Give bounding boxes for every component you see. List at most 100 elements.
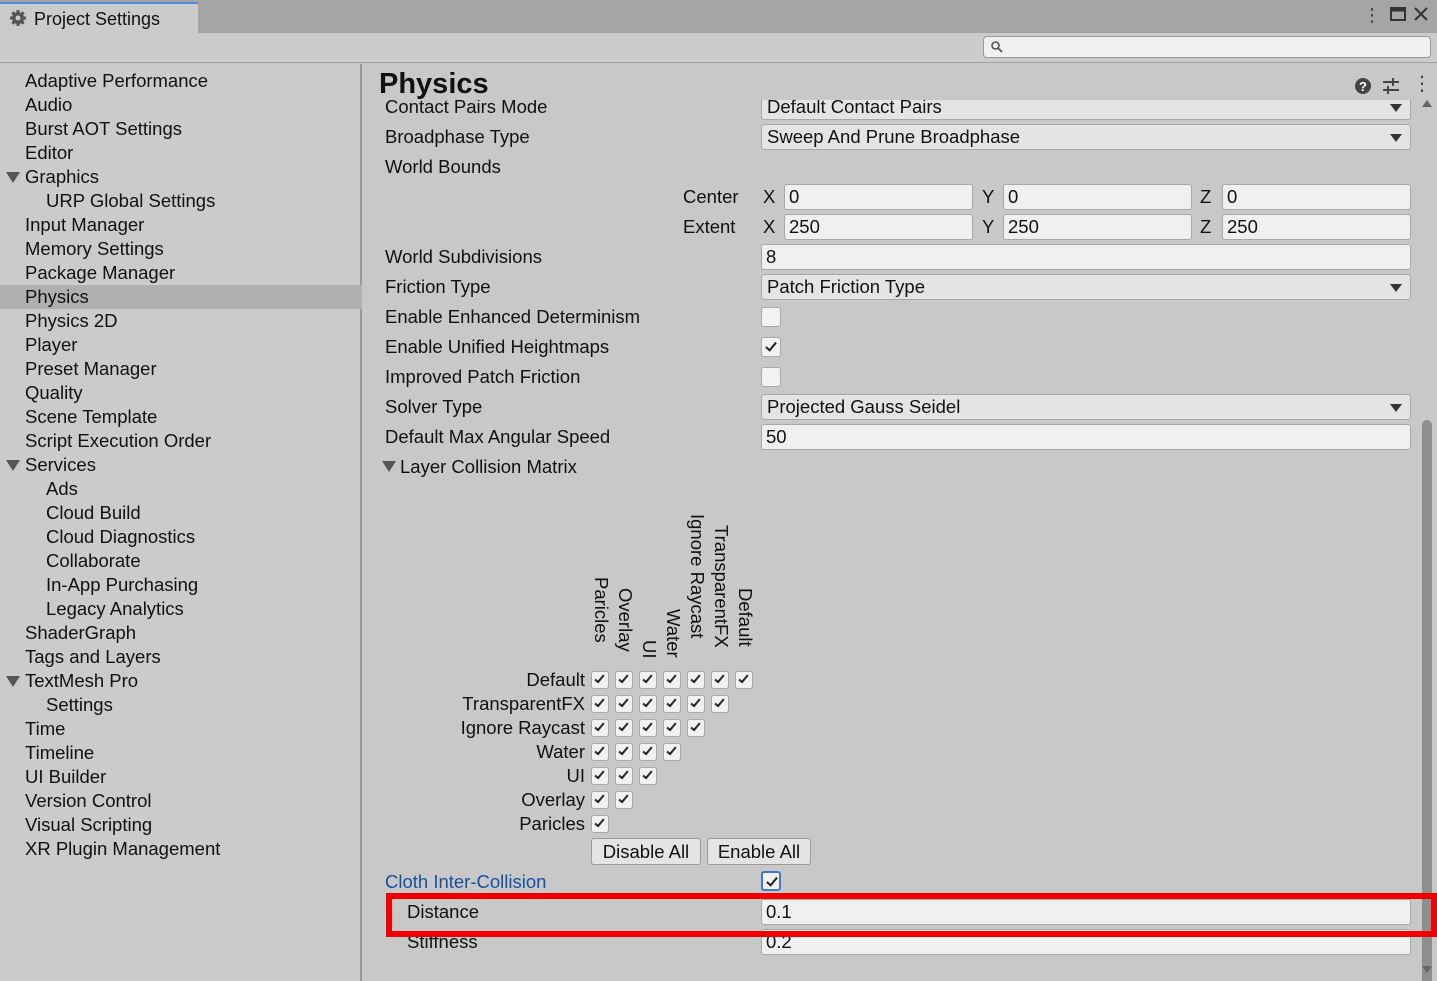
more-vert-icon[interactable]: ⋮ [1412, 74, 1432, 94]
sidebar-item-script-execution-order[interactable]: Script Execution Order [0, 429, 362, 453]
matrix-checkbox[interactable] [591, 695, 609, 713]
matrix-checkbox[interactable] [591, 767, 609, 785]
fold-arrow-icon[interactable] [6, 172, 20, 183]
matrix-checkbox[interactable] [735, 671, 753, 689]
sidebar-item-audio[interactable]: Audio [0, 93, 362, 117]
matrix-checkbox[interactable] [591, 815, 609, 833]
extent-x-field[interactable]: 250 [784, 214, 973, 240]
matrix-checkbox[interactable] [591, 671, 609, 689]
close-icon[interactable] [1411, 5, 1431, 25]
help-icon[interactable]: ? [1353, 76, 1373, 96]
matrix-checkbox[interactable] [615, 671, 633, 689]
enhanced-determinism-checkbox[interactable] [761, 307, 781, 327]
sidebar-item-adaptive-performance[interactable]: Adaptive Performance [0, 69, 362, 93]
vertical-scrollbar[interactable] [1420, 100, 1434, 981]
friction-type-label: Friction Type [385, 276, 491, 297]
sidebar-item-shadergraph[interactable]: ShaderGraph [0, 621, 362, 645]
axis-x-label: X [763, 186, 776, 207]
sidebar-item-xr-plugin-management[interactable]: XR Plugin Management [0, 837, 362, 861]
preset-sliders-icon[interactable] [1381, 76, 1401, 96]
sidebar-item-services[interactable]: Services [0, 453, 362, 477]
sidebar-item-editor[interactable]: Editor [0, 141, 362, 165]
extent-y-field[interactable]: 250 [1003, 214, 1192, 240]
sidebar-item-ads[interactable]: Ads [0, 477, 362, 501]
solver-type-dropdown[interactable]: Projected Gauss Seidel [761, 394, 1411, 420]
sidebar-item-scene-template[interactable]: Scene Template [0, 405, 362, 429]
matrix-checkbox[interactable] [663, 671, 681, 689]
matrix-checkbox[interactable] [687, 671, 705, 689]
extent-z-field[interactable]: 250 [1222, 214, 1411, 240]
checkmark-icon [618, 672, 629, 684]
matrix-checkbox[interactable] [615, 767, 633, 785]
sidebar-item-tags-and-layers[interactable]: Tags and Layers [0, 645, 362, 669]
world-subdivisions-field[interactable]: 8 [761, 244, 1411, 270]
matrix-checkbox[interactable] [615, 695, 633, 713]
matrix-checkbox[interactable] [639, 743, 657, 761]
fold-arrow-icon[interactable] [6, 676, 20, 687]
sidebar-item-physics-2d[interactable]: Physics 2D [0, 309, 362, 333]
sidebar-item-input-manager[interactable]: Input Manager [0, 213, 362, 237]
cloth-inter-collision-checkbox[interactable] [761, 871, 781, 891]
scroll-up-icon[interactable] [1422, 100, 1432, 107]
foldout-arrow-icon[interactable] [382, 461, 396, 472]
sidebar-item-version-control[interactable]: Version Control [0, 789, 362, 813]
matrix-checkbox[interactable] [711, 695, 729, 713]
sidebar-item-burst-aot-settings[interactable]: Burst AOT Settings [0, 117, 362, 141]
matrix-checkbox[interactable] [591, 743, 609, 761]
matrix-checkbox[interactable] [687, 719, 705, 737]
maximize-icon[interactable] [1388, 5, 1408, 25]
matrix-checkbox[interactable] [663, 743, 681, 761]
sidebar-item-legacy-analytics[interactable]: Legacy Analytics [0, 597, 362, 621]
sidebar-item-visual-scripting[interactable]: Visual Scripting [0, 813, 362, 837]
matrix-checkbox[interactable] [615, 719, 633, 737]
broadphase-type-dropdown[interactable]: Sweep And Prune Broadphase [761, 124, 1411, 150]
center-x-field[interactable]: 0 [784, 184, 973, 210]
matrix-checkbox[interactable] [639, 671, 657, 689]
sidebar-item-urp-global-settings[interactable]: URP Global Settings [0, 189, 362, 213]
improved-patch-friction-checkbox[interactable] [761, 367, 781, 387]
max-angular-speed-field[interactable]: 50 [761, 424, 1411, 450]
sidebar-item-ui-builder[interactable]: UI Builder [0, 765, 362, 789]
friction-type-dropdown[interactable]: Patch Friction Type [761, 274, 1411, 300]
fold-arrow-icon[interactable] [6, 460, 20, 471]
matrix-checkbox[interactable] [639, 695, 657, 713]
matrix-checkbox[interactable] [591, 719, 609, 737]
matrix-checkbox[interactable] [711, 671, 729, 689]
sidebar-item-player[interactable]: Player [0, 333, 362, 357]
matrix-checkbox[interactable] [615, 743, 633, 761]
unified-heightmaps-checkbox[interactable] [761, 337, 781, 357]
sidebar-item-timeline[interactable]: Timeline [0, 741, 362, 765]
sidebar-item-label: Timeline [25, 742, 95, 763]
sidebar-item-preset-manager[interactable]: Preset Manager [0, 357, 362, 381]
matrix-checkbox[interactable] [663, 695, 681, 713]
sidebar-item-cloud-diagnostics[interactable]: Cloud Diagnostics [0, 525, 362, 549]
project-settings-tab[interactable]: Project Settings [0, 2, 198, 33]
center-y-field[interactable]: 0 [1003, 184, 1192, 210]
checkmark-icon [666, 696, 677, 708]
sidebar-item-graphics[interactable]: Graphics [0, 165, 362, 189]
sidebar-item-settings[interactable]: Settings [0, 693, 362, 717]
matrix-column-label: Paricles [591, 577, 612, 643]
sidebar-item-cloud-build[interactable]: Cloud Build [0, 501, 362, 525]
sidebar-item-quality[interactable]: Quality [0, 381, 362, 405]
sidebar-item-in-app-purchasing[interactable]: In-App Purchasing [0, 573, 362, 597]
scroll-down-icon[interactable] [1422, 966, 1432, 973]
matrix-checkbox[interactable] [687, 695, 705, 713]
matrix-checkbox[interactable] [663, 719, 681, 737]
sidebar-item-collaborate[interactable]: Collaborate [0, 549, 362, 573]
enable-all-button[interactable]: Enable All [707, 838, 811, 865]
matrix-checkbox[interactable] [615, 791, 633, 809]
max-angular-speed-label: Default Max Angular Speed [385, 426, 611, 447]
disable-all-button[interactable]: Disable All [591, 838, 701, 865]
sidebar-item-package-manager[interactable]: Package Manager [0, 261, 362, 285]
matrix-checkbox[interactable] [639, 719, 657, 737]
sidebar-item-textmesh-pro[interactable]: TextMesh Pro [0, 669, 362, 693]
search-input[interactable] [983, 36, 1431, 58]
matrix-checkbox[interactable] [591, 791, 609, 809]
sidebar-item-memory-settings[interactable]: Memory Settings [0, 237, 362, 261]
more-vert-icon[interactable]: ⋮ [1362, 5, 1382, 25]
matrix-checkbox[interactable] [639, 767, 657, 785]
sidebar-item-physics[interactable]: Physics [0, 285, 362, 309]
sidebar-item-time[interactable]: Time [0, 717, 362, 741]
center-z-field[interactable]: 0 [1222, 184, 1411, 210]
